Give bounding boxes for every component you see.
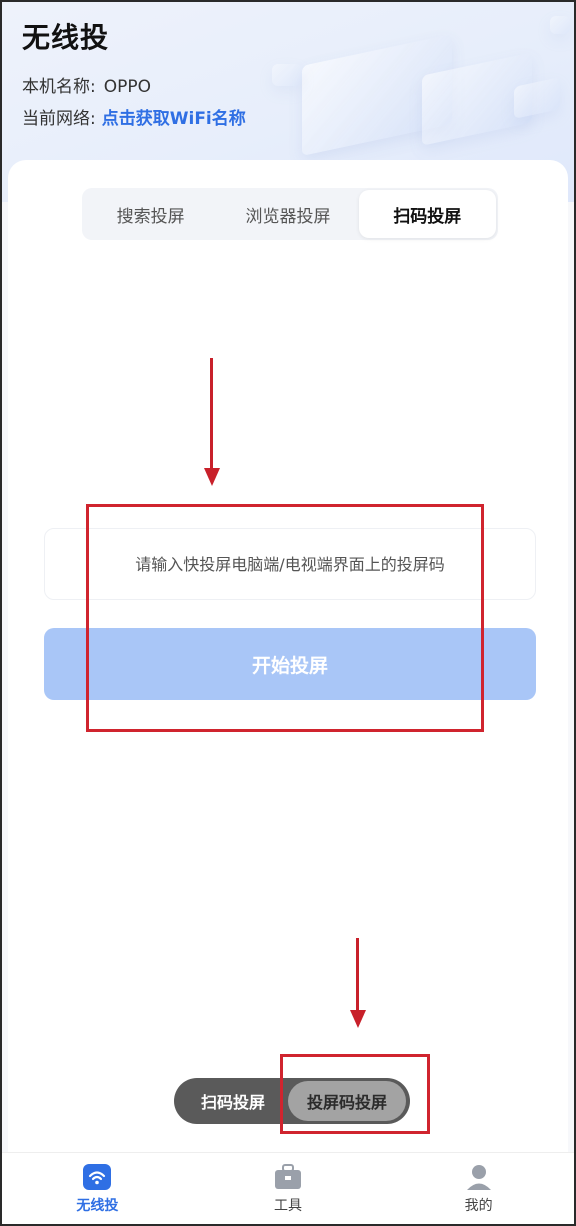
network-label: 当前网络: (22, 109, 96, 129)
nav-item-tools[interactable]: 工具 (193, 1153, 384, 1224)
decorative-block (550, 16, 570, 34)
annotation-highlight-box (280, 1054, 430, 1134)
device-name-label: 本机名称: (22, 77, 96, 97)
annotation-highlight-box (86, 504, 484, 732)
annotation-arrow-head (204, 468, 220, 486)
profile-icon (464, 1163, 494, 1191)
nav-label: 工具 (274, 1198, 302, 1214)
tab-search-cast[interactable]: 搜索投屏 (82, 188, 219, 240)
annotation-arrow-head (350, 1010, 366, 1028)
tab-browser-cast[interactable]: 浏览器投屏 (219, 188, 356, 240)
annotation-arrow (356, 938, 359, 1012)
scan-cast-option[interactable]: 扫码投屏 (174, 1078, 292, 1124)
nav-label: 无线投 (76, 1198, 119, 1214)
device-name-value: OPPO (103, 77, 151, 97)
nav-item-profile[interactable]: 我的 (383, 1153, 574, 1224)
bottom-nav: 无线投 工具 我的 (2, 1152, 574, 1224)
cast-mode-tabs: 搜索投屏 浏览器投屏 扫码投屏 (82, 188, 498, 240)
annotation-arrow (210, 358, 213, 470)
decorative-block (272, 64, 302, 86)
network-info-row: 当前网络: 点击获取WiFi名称 (22, 104, 246, 129)
nav-label: 我的 (464, 1198, 493, 1214)
page-title: 无线投 (22, 21, 110, 54)
cast-icon (82, 1163, 112, 1191)
nav-item-wireless-cast[interactable]: 无线投 (2, 1153, 193, 1224)
get-wifi-name-link[interactable]: 点击获取WiFi名称 (102, 109, 246, 129)
toolbox-icon (273, 1163, 303, 1191)
tab-scan-cast[interactable]: 扫码投屏 (358, 190, 496, 238)
phone-screen: 无线投 本机名称: OPPO 当前网络: 点击获取WiFi名称 搜索投屏 浏览器投屏… (0, 0, 576, 1226)
device-info-row: 本机名称: OPPO (22, 72, 151, 97)
